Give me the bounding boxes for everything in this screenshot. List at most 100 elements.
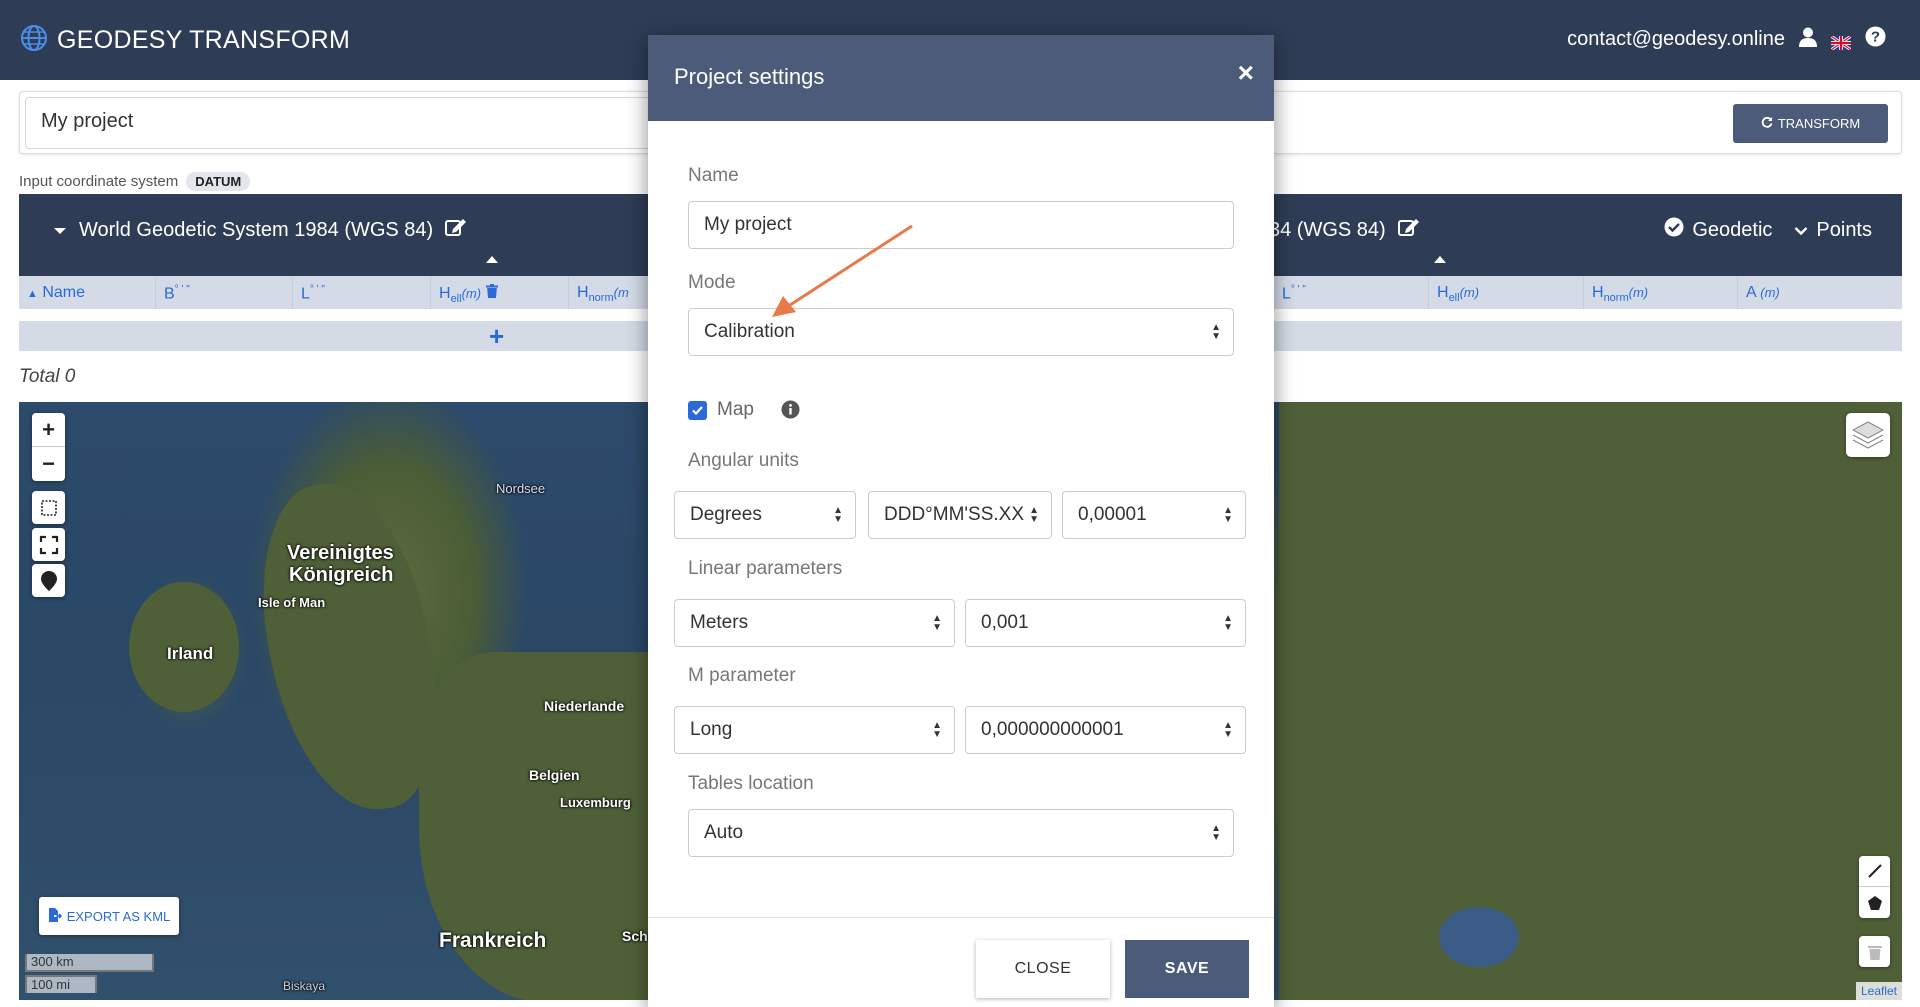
- column-b[interactable]: B° ' ": [156, 276, 293, 309]
- select-arrows-icon: ▲ ▼: [1211, 322, 1221, 342]
- column-l-right[interactable]: L° ' ": [1274, 276, 1429, 309]
- chevron-down-icon: [1794, 219, 1808, 242]
- draw-polygon-icon[interactable]: [1859, 887, 1890, 918]
- edit-icon[interactable]: [1397, 217, 1420, 243]
- zoom-control: + −: [32, 413, 65, 481]
- select-arrows-icon: ▲ ▼: [1026, 506, 1039, 525]
- info-icon[interactable]: [781, 400, 800, 424]
- total-count: Total 0: [19, 366, 76, 387]
- user-email[interactable]: contact@geodesy.online: [1567, 28, 1785, 51]
- select-arrows-icon: ▲ ▼: [1223, 505, 1233, 525]
- close-button[interactable]: CLOSE: [976, 940, 1110, 998]
- mode-select[interactable]: Calibration ▲ ▼: [688, 308, 1234, 356]
- scale-bar-mi: 100 mi: [25, 975, 97, 993]
- tables-location-label: Tables location: [688, 773, 814, 794]
- mode-label: Mode: [688, 272, 736, 293]
- zoom-out-button[interactable]: −: [32, 447, 65, 481]
- help-icon[interactable]: ?: [1865, 26, 1886, 53]
- check-circle-icon: [1664, 217, 1684, 243]
- map-checkbox[interactable]: [688, 401, 707, 420]
- delete-shapes-icon[interactable]: [1859, 936, 1890, 967]
- box-select-icon[interactable]: [32, 491, 65, 524]
- marker-icon[interactable]: [32, 564, 65, 597]
- angular-unit-select[interactable]: Degrees ▲ ▼: [674, 491, 856, 539]
- map-label: Luxemburg: [560, 795, 631, 810]
- map-label: Isle of Man: [258, 595, 326, 610]
- column-h-norm-right[interactable]: Hnorm(m): [1584, 276, 1738, 309]
- project-name-input[interactable]: My project: [25, 97, 665, 149]
- linear-parameters-label: Linear parameters: [688, 558, 843, 579]
- geodetic-label: Geodetic: [1692, 218, 1773, 241]
- column-name[interactable]: ▲ Name: [19, 276, 156, 309]
- linear-unit-select[interactable]: Meters ▲ ▼: [674, 599, 955, 647]
- uk-flag-icon[interactable]: [1830, 33, 1852, 51]
- draw-line-icon[interactable]: [1859, 856, 1890, 887]
- map-label: Nordsee: [496, 481, 546, 496]
- select-arrows-icon: ▲ ▼: [1211, 823, 1221, 843]
- m-unit-select[interactable]: Long ▲ ▼: [674, 706, 955, 754]
- add-point-icon[interactable]: +: [489, 323, 504, 349]
- right-cs-name[interactable]: 34 (WGS 84): [1269, 219, 1386, 242]
- brand[interactable]: GEODESY TRANSFORM: [19, 23, 350, 58]
- modal-header: Project settings ×: [648, 35, 1274, 121]
- caret-down-icon[interactable]: [53, 219, 67, 242]
- close-icon[interactable]: ×: [1238, 57, 1254, 89]
- globe-icon: [19, 23, 49, 58]
- sea-azov: [1439, 907, 1519, 967]
- map-label: Sch: [622, 928, 648, 944]
- map-label: Biskaya: [283, 979, 326, 993]
- map-checkbox-label: Map: [717, 399, 754, 420]
- layers-icon[interactable]: [1846, 413, 1890, 457]
- select-arrows-icon: ▲ ▼: [833, 505, 843, 525]
- geodetic-toggle[interactable]: Geodetic: [1664, 217, 1772, 243]
- export-kml-button[interactable]: EXPORT AS KML: [39, 897, 179, 935]
- input-cs-label: Input coordinate system: [19, 173, 179, 190]
- edit-icon[interactable]: [445, 217, 467, 243]
- linear-precision-select[interactable]: 0,001 ▲ ▼: [965, 599, 1246, 647]
- name-label: Name: [688, 165, 739, 186]
- name-input[interactable]: My project: [688, 201, 1234, 249]
- map-label: Niederlande: [544, 698, 625, 714]
- collapse-up-icon[interactable]: [486, 256, 498, 263]
- zoom-in-button[interactable]: +: [32, 413, 65, 447]
- save-button[interactable]: SAVE: [1125, 940, 1249, 998]
- map-label: Irland: [167, 644, 214, 663]
- scale-bar-km: 300 km: [25, 954, 154, 972]
- column-h-ell-right[interactable]: Hell(m): [1429, 276, 1584, 309]
- datum-badge[interactable]: DATUM: [186, 172, 251, 191]
- select-arrows-icon: ▲ ▼: [932, 720, 942, 740]
- column-h-norm[interactable]: Hnorm(m: [569, 276, 651, 309]
- left-cs-name[interactable]: World Geodetic System 1984 (WGS 84): [79, 219, 433, 242]
- modal-footer: CLOSE SAVE: [648, 917, 1274, 1007]
- leaflet-attribution-link[interactable]: Leaflet: [1855, 982, 1902, 1000]
- map-label: Vereinigtes: [287, 542, 394, 564]
- m-precision-select[interactable]: 0,000000000001 ▲ ▼: [965, 706, 1246, 754]
- draw-toolbar: [1859, 856, 1890, 918]
- angular-units-label: Angular units: [688, 450, 799, 471]
- tables-location-select[interactable]: Auto ▲ ▼: [688, 809, 1234, 857]
- select-arrows-icon: ▲ ▼: [1223, 613, 1233, 633]
- app-title: GEODESY TRANSFORM: [57, 25, 351, 54]
- transform-button[interactable]: TRANSFORM: [1733, 104, 1888, 143]
- map-label: Frankreich: [439, 929, 547, 952]
- m-parameter-label: M parameter: [688, 665, 796, 686]
- select-arrows-icon: ▲ ▼: [1223, 720, 1233, 740]
- map-label: Königreich: [289, 564, 394, 586]
- user-icon[interactable]: [1799, 27, 1817, 53]
- land-east: [1279, 402, 1902, 1000]
- column-h-ell[interactable]: Hell(m): [431, 276, 569, 309]
- select-arrows-icon: ▲ ▼: [932, 613, 942, 633]
- refresh-icon: [1761, 116, 1773, 131]
- collapse-up-icon[interactable]: [1434, 256, 1446, 263]
- angular-precision-select[interactable]: 0,00001 ▲ ▼: [1062, 491, 1246, 539]
- angular-format-select[interactable]: DDD°MM'SS.XX ▲ ▼: [868, 491, 1052, 539]
- points-label: Points: [1816, 218, 1872, 241]
- points-dropdown[interactable]: Points: [1794, 219, 1872, 242]
- map-label: Belgien: [529, 767, 580, 783]
- fullscreen-icon[interactable]: [32, 528, 65, 561]
- column-l[interactable]: L° ' ": [293, 276, 431, 309]
- sort-up-icon: ▲: [27, 288, 38, 300]
- column-a-right[interactable]: A (m): [1738, 276, 1902, 309]
- modal-title: Project settings: [674, 64, 825, 89]
- trash-icon[interactable]: [485, 284, 498, 302]
